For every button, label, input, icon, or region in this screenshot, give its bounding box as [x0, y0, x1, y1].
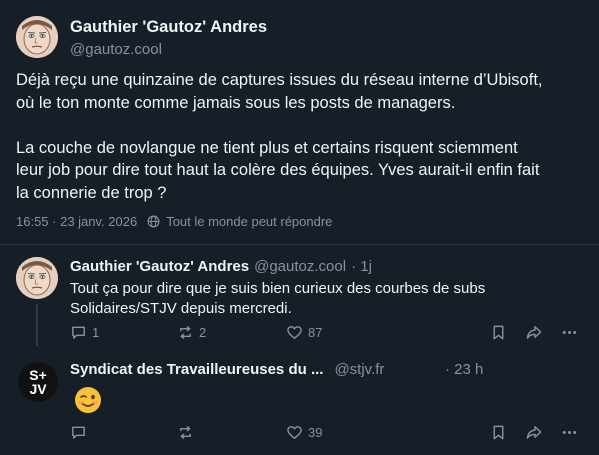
- reply-actions: 39: [70, 424, 585, 444]
- post-line: La couche de novlangue ne tient plus et …: [16, 138, 518, 157]
- author-avatar[interactable]: [16, 16, 58, 58]
- post-meta: 16:55 · 23 janv. 2026 Tout le monde peut…: [16, 214, 332, 229]
- share-icon: [526, 426, 542, 439]
- share-button[interactable]: [525, 324, 543, 341]
- reply-body: Tout ça pour dire que je suis bien curie…: [70, 279, 570, 319]
- post-line: leur job pour dire tout haut la colère d…: [16, 161, 540, 179]
- globe-icon: [147, 215, 160, 228]
- avatar-logo-text: JV: [29, 381, 47, 397]
- more-options-button[interactable]: [561, 424, 578, 441]
- thread-connector-line: [36, 304, 38, 346]
- bookmark-button[interactable]: [490, 324, 507, 341]
- comment-icon: [72, 426, 85, 439]
- reply-header: Gauthier 'Gautoz' Andres @gautoz.cool · …: [70, 258, 372, 275]
- share-icon: [526, 326, 542, 339]
- reply-line: Solidaires/STJV depuis mercredi.: [70, 300, 292, 317]
- author-handle[interactable]: @gautoz.cool: [70, 41, 162, 58]
- reply-button[interactable]: 1: [70, 324, 99, 341]
- reply-author-handle[interactable]: @gautoz.cool: [254, 258, 346, 275]
- ellipsis-icon: [562, 430, 577, 435]
- winking-face-emoji: [75, 387, 101, 413]
- repost-icon: [180, 426, 191, 439]
- repost-icon: [180, 326, 191, 339]
- reply-button[interactable]: [70, 424, 92, 441]
- reply-audience[interactable]: Tout le monde peut répondre: [166, 214, 332, 229]
- divider: [0, 244, 599, 245]
- reply-author-handle[interactable]: @stjv.fr: [334, 361, 384, 378]
- bookmark-icon: [493, 325, 504, 340]
- post-timestamp[interactable]: 16:55 · 23 janv. 2026: [16, 214, 137, 229]
- bookmark-icon: [493, 425, 504, 440]
- repost-count: 2: [199, 325, 207, 340]
- reply-author-name[interactable]: Gauthier 'Gautoz' Andres: [70, 258, 249, 275]
- avatar-face-illustration: [16, 16, 58, 58]
- like-button[interactable]: 87: [286, 324, 322, 341]
- reply-count: 1: [92, 325, 100, 340]
- reply-author-avatar[interactable]: [16, 257, 58, 299]
- avatar-face-illustration: [16, 257, 58, 299]
- post-body: Déjà reçu une quinzaine de captures issu…: [16, 69, 586, 204]
- like-button[interactable]: 39: [286, 424, 322, 441]
- ellipsis-icon: [562, 330, 577, 335]
- bookmark-button[interactable]: [490, 424, 507, 441]
- comment-icon: [72, 326, 85, 339]
- reply-age[interactable]: · 23 h: [445, 361, 483, 378]
- heart-icon: [287, 426, 302, 439]
- like-count: 39: [308, 425, 323, 440]
- repost-button[interactable]: [177, 424, 199, 441]
- reply-author-name[interactable]: Syndicat des Travailleureuses du ...: [70, 361, 323, 378]
- post-line: la connerie de trop ?: [16, 183, 167, 202]
- post-line: où le ton monte comme jamais sous les po…: [16, 93, 456, 112]
- share-button[interactable]: [525, 424, 543, 441]
- avatar-logo-text: S+: [29, 367, 47, 383]
- repost-button[interactable]: 2: [177, 324, 206, 341]
- author-name[interactable]: Gauthier 'Gautoz' Andres: [70, 18, 267, 37]
- more-options-button[interactable]: [561, 324, 578, 341]
- reply-age[interactable]: · 1j: [351, 258, 372, 275]
- post-line: Déjà reçu une quinzaine de captures issu…: [16, 71, 543, 89]
- reply-actions: 1 2 87: [70, 324, 585, 344]
- reply-age-wrap: · 23 h: [445, 361, 483, 378]
- heart-icon: [287, 326, 302, 339]
- like-count: 87: [308, 325, 323, 340]
- reply-line: Tout ça pour dire que je suis bien curie…: [70, 280, 486, 297]
- reply-header: Syndicat des Travailleureuses du ... @st…: [70, 361, 384, 378]
- stjv-avatar[interactable]: S+ JV: [18, 362, 58, 402]
